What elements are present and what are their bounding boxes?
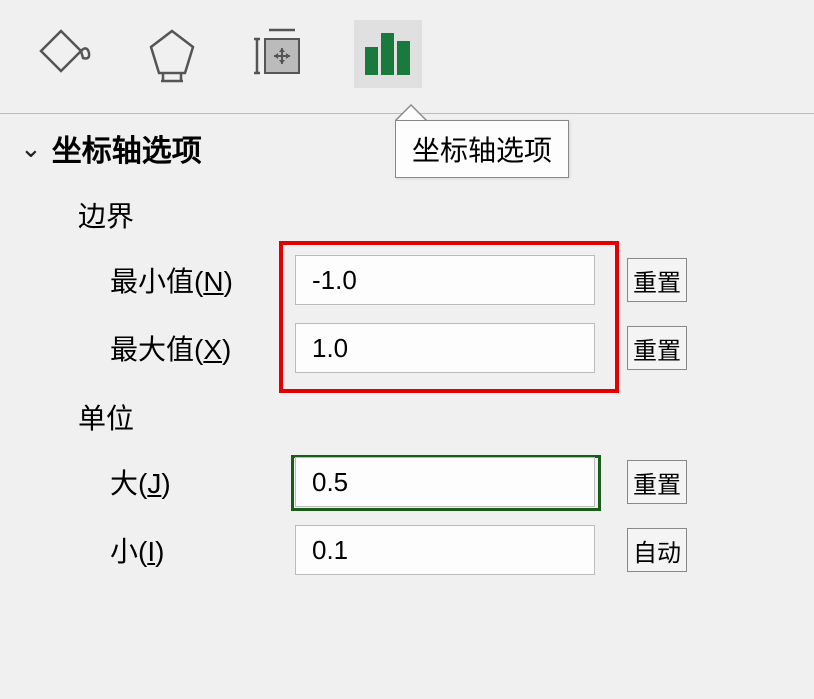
min-input[interactable] (295, 255, 595, 305)
max-input[interactable] (295, 323, 595, 373)
format-toolbar (0, 0, 814, 114)
min-reset-button[interactable]: 重置 (627, 258, 687, 302)
max-row: 最大值(X) 重置 (20, 323, 814, 373)
major-row: 大(J) 重置 (20, 457, 814, 507)
minor-input[interactable] (295, 525, 595, 575)
chart-options-icon[interactable] (354, 20, 422, 88)
major-label: 大(J) (110, 462, 295, 502)
tooltip-arrow-inner (397, 106, 425, 120)
size-icon[interactable] (246, 20, 314, 88)
major-input[interactable] (295, 457, 595, 507)
effects-icon[interactable] (138, 20, 206, 88)
section-title: 坐标轴选项 (52, 126, 202, 170)
max-reset-button[interactable]: 重置 (627, 326, 687, 370)
min-label: 最小值(N) (110, 260, 295, 300)
chevron-down-icon: ⌄ (20, 133, 42, 164)
tooltip: 坐标轴选项 (395, 120, 569, 178)
minor-label: 小(I) (110, 530, 295, 570)
axis-options-panel: ⌄ 坐标轴选项 边界 最小值(N) 重置 最大值(X) 重置 单位 大(J) 重… (0, 114, 814, 575)
minor-reset-button[interactable]: 自动 (627, 528, 687, 572)
max-label: 最大值(X) (110, 328, 295, 368)
bounds-label: 边界 (78, 195, 814, 235)
min-row: 最小值(N) 重置 (20, 255, 814, 305)
fill-icon[interactable] (30, 20, 98, 88)
minor-row: 小(I) 自动 (20, 525, 814, 575)
units-label: 单位 (78, 397, 814, 437)
major-reset-button[interactable]: 重置 (627, 460, 687, 504)
